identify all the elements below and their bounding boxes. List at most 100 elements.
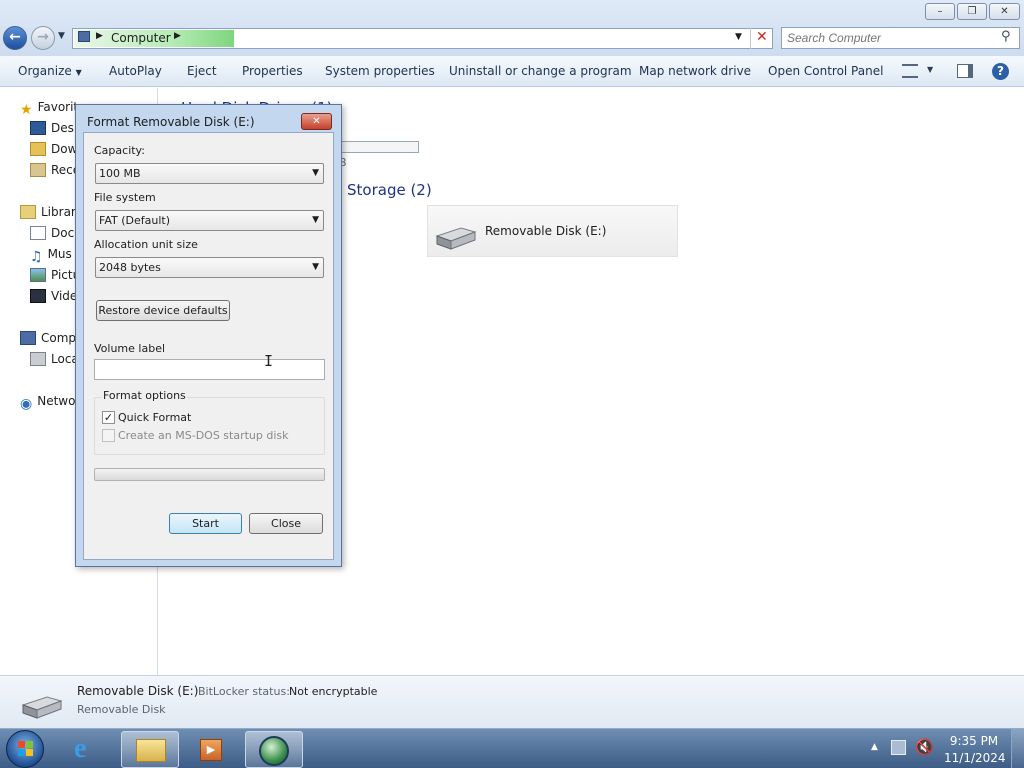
allocation-unit-value: 2048 bytes — [99, 261, 161, 274]
format-progress-bar — [94, 468, 325, 481]
chevron-right-icon: ▶ — [96, 31, 103, 41]
nav-videos[interactable]: Vide — [30, 287, 77, 305]
system-properties-button[interactable]: System properties — [325, 64, 435, 78]
file-system-select[interactable]: FAT (Default) ▼ — [95, 210, 324, 231]
views-icon[interactable] — [902, 64, 918, 78]
windows-logo-part — [26, 749, 33, 756]
forward-button[interactable]: → — [31, 26, 55, 50]
nav-local-disk[interactable]: Loca — [30, 350, 79, 368]
clock-time[interactable]: 9:35 PM — [949, 734, 999, 748]
start-button[interactable]: Start — [169, 513, 242, 534]
disk-usage-bar — [337, 141, 419, 153]
removable-disk-icon — [21, 696, 63, 719]
details-item-type: Removable Disk — [77, 703, 166, 716]
maximize-button[interactable]: ❐ — [957, 3, 987, 20]
nav-favorites[interactable]: ★ Favorit — [20, 98, 79, 118]
volume-label-input[interactable] — [94, 359, 325, 380]
format-dialog: Format Removable Disk (E:) ✕ Capacity: 1… — [75, 104, 342, 567]
map-network-drive-button[interactable]: Map network drive — [639, 64, 751, 78]
open-control-panel-button[interactable]: Open Control Panel — [768, 64, 883, 78]
back-button[interactable]: ← — [3, 26, 27, 50]
help-icon[interactable]: ? — [992, 63, 1009, 80]
capacity-select[interactable]: 100 MB ▼ — [95, 163, 324, 184]
nav-libraries[interactable]: Librari — [20, 203, 79, 221]
uninstall-program-button[interactable]: Uninstall or change a program — [449, 64, 632, 78]
internet-explorer-icon: e — [74, 733, 87, 764]
close-button[interactable]: Close — [249, 513, 323, 534]
bitlocker-status-value: Not encryptable — [289, 685, 378, 698]
quick-format-checkbox[interactable]: ✓ — [102, 411, 115, 424]
nav-recent[interactable]: Rece — [30, 161, 80, 179]
nav-music[interactable]: ♫ Mus — [30, 245, 72, 265]
nav-computer[interactable]: Comp — [20, 329, 76, 347]
stop-icon[interactable]: ✕ — [756, 29, 768, 45]
documents-icon — [30, 226, 46, 240]
removable-section-header[interactable]: Storage (2) — [347, 181, 432, 199]
show-desktop-button[interactable] — [1011, 729, 1024, 768]
autoplay-button[interactable]: AutoPlay — [109, 64, 162, 78]
nav-pictures[interactable]: Pictu — [30, 266, 80, 284]
quick-format-label[interactable]: Quick Format — [118, 411, 191, 424]
music-icon: ♫ — [30, 249, 43, 265]
folder-icon — [136, 739, 166, 762]
search-input[interactable] — [787, 30, 992, 46]
details-pane: Removable Disk (E:) BitLocker status: No… — [0, 675, 1024, 728]
globe-icon — [259, 736, 289, 766]
divider — [750, 28, 751, 49]
search-icon[interactable]: ⚲ — [1001, 29, 1011, 44]
chevron-down-icon: ▼ — [312, 215, 319, 225]
taskbar-network-app[interactable] — [245, 731, 303, 768]
allocation-unit-label: Allocation unit size — [94, 238, 198, 251]
format-options-group — [94, 397, 325, 455]
views-dropdown-icon[interactable]: ▼ — [927, 65, 933, 74]
taskbar-explorer[interactable] — [121, 731, 179, 768]
search-box[interactable]: ⚲ — [781, 27, 1020, 49]
msdos-startup-checkbox[interactable] — [102, 429, 115, 442]
desktop-icon — [30, 121, 46, 135]
volume-label-label: Volume label — [94, 342, 166, 355]
eject-button[interactable]: Eject — [187, 64, 217, 78]
star-icon: ★ — [20, 102, 33, 118]
allocation-unit-select[interactable]: 2048 bytes ▼ — [95, 257, 324, 278]
local-disk-icon — [30, 352, 46, 366]
nav-network-label: Netwo — [37, 394, 76, 408]
file-system-label: File system — [94, 191, 156, 204]
action-center-icon[interactable] — [891, 740, 906, 755]
nav-network[interactable]: ◉ Netwo — [20, 392, 76, 412]
properties-button[interactable]: Properties — [242, 64, 303, 78]
address-dropdown-icon[interactable]: ▼ — [735, 32, 742, 42]
volume-muted-icon[interactable]: 🔇 — [915, 738, 934, 756]
taskbar: e ▶ ▲ 🔇 9:35 PM 11/1/2024 — [0, 728, 1024, 768]
chevron-down-icon: ▼ — [312, 168, 319, 178]
nav-music-label: Mus — [47, 247, 72, 261]
videos-icon — [30, 289, 46, 303]
removable-disk-tile[interactable]: Removable Disk (E:) — [427, 205, 678, 257]
preview-pane-icon[interactable] — [957, 64, 973, 78]
dialog-close-icon[interactable]: ✕ — [301, 113, 332, 130]
windows-logo-part — [18, 749, 25, 756]
organize-menu[interactable]: Organize ▼ — [18, 64, 82, 78]
recent-pages-dropdown[interactable]: ▼ — [58, 31, 65, 41]
checkmark-icon: ✓ — [103, 411, 114, 424]
breadcrumb-computer[interactable]: Computer — [111, 31, 171, 45]
nav-favorites-label: Favorit — [37, 100, 79, 114]
chevron-right-icon[interactable]: ▶ — [174, 31, 181, 41]
command-bar: Organize ▼ AutoPlay Eject Properties Sys… — [0, 56, 1024, 87]
close-window-button[interactable]: ✕ — [989, 3, 1020, 20]
show-hidden-icons-icon[interactable]: ▲ — [871, 742, 878, 752]
nav-libraries-label: Librari — [41, 205, 80, 219]
restore-defaults-button[interactable]: Restore device defaults — [96, 300, 230, 321]
address-bar[interactable]: ▶ Computer ▶ ▼ ✕ — [72, 28, 773, 49]
chevron-down-icon: ▼ — [312, 262, 319, 272]
clock-date[interactable]: 11/1/2024 — [944, 751, 1006, 765]
nav-desktop[interactable]: Desk — [30, 119, 81, 137]
minimize-button[interactable]: – — [925, 3, 955, 20]
taskbar-media-player[interactable]: ▶ — [183, 731, 241, 768]
nav-downloads[interactable]: Dow — [30, 140, 77, 158]
nav-videos-label: Vide — [51, 289, 78, 303]
msdos-startup-label[interactable]: Create an MS-DOS startup disk — [118, 429, 289, 442]
details-item-name: Removable Disk (E:) — [77, 684, 199, 698]
start-button[interactable] — [6, 730, 44, 768]
nav-computer-label: Comp — [41, 331, 77, 345]
taskbar-internet-explorer[interactable]: e — [61, 731, 119, 768]
